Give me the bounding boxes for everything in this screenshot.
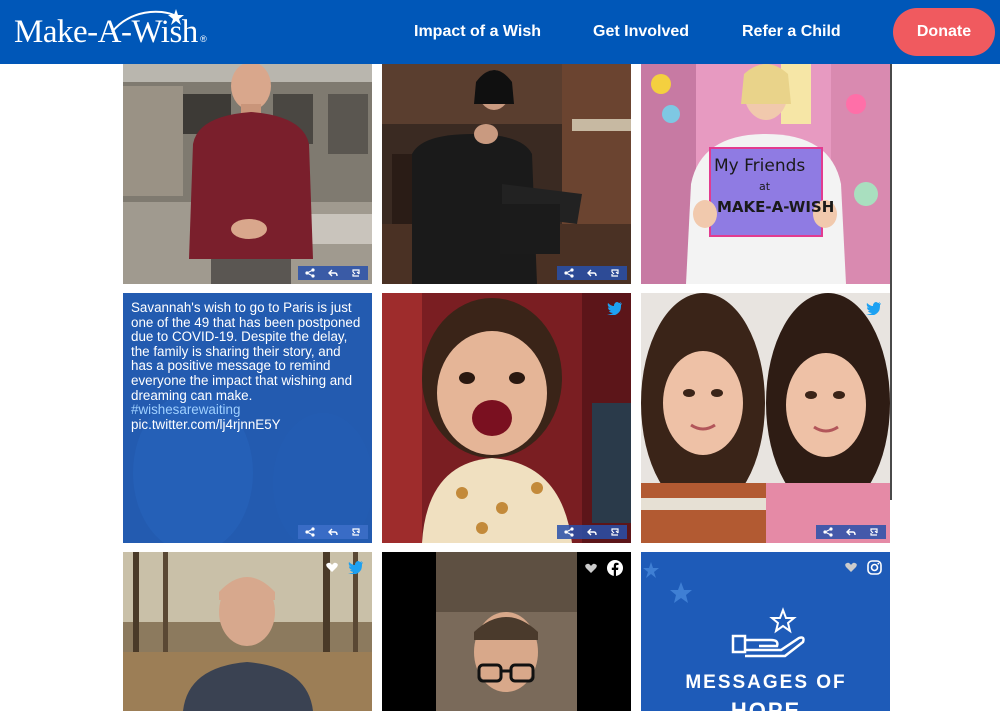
- feed-tile-sign-video[interactable]: My Friends at MAKE-A-WISH: [641, 64, 890, 284]
- feed-tile-twins-video[interactable]: [641, 293, 890, 543]
- sign-line-2: at: [759, 180, 771, 193]
- tweet-body: Savannah's wish to go to Paris is just o…: [131, 300, 364, 432]
- share-icon[interactable]: [305, 527, 315, 537]
- retweet-icon[interactable]: [351, 527, 361, 537]
- tile-source-icons: [326, 560, 364, 574]
- reply-icon[interactable]: [586, 527, 597, 537]
- twitter-icon[interactable]: [348, 560, 364, 574]
- site-header: Make-A-Wish ® Impact of a Wish Get Invol…: [0, 0, 1000, 64]
- tile-source-icons: [585, 560, 623, 576]
- share-icon[interactable]: [564, 268, 574, 278]
- tile-source-icons: [866, 301, 882, 315]
- heart-icon[interactable]: [585, 563, 597, 574]
- feed-tile-chef-video[interactable]: [123, 64, 372, 284]
- facebook-icon[interactable]: [607, 560, 623, 576]
- tile-actions: [298, 266, 368, 280]
- tile-actions: [557, 266, 627, 280]
- logo-star-swoosh-icon: [111, 9, 184, 33]
- reply-icon[interactable]: [327, 527, 338, 537]
- retweet-icon[interactable]: [610, 527, 620, 537]
- tweet-text: Savannah's wish to go to Paris is just o…: [131, 300, 361, 403]
- share-icon[interactable]: [305, 268, 315, 278]
- musician-photo: [382, 64, 631, 284]
- heart-icon[interactable]: [845, 562, 857, 573]
- share-icon[interactable]: [823, 527, 833, 537]
- feed-tile-messages-of-hope[interactable]: MESSAGES OF HOPE: [641, 552, 890, 711]
- donate-button[interactable]: Donate: [893, 8, 995, 56]
- feed-tile-child-video[interactable]: [382, 293, 631, 543]
- tile-source-icons: [845, 560, 882, 575]
- tile-actions: [557, 525, 627, 539]
- share-icon[interactable]: [564, 527, 574, 537]
- twitter-icon[interactable]: [866, 301, 882, 315]
- retweet-icon[interactable]: [869, 527, 879, 537]
- tile-source-icons: [607, 301, 623, 315]
- feed-tile-musician-video[interactable]: [382, 64, 631, 284]
- nav-refer-a-child[interactable]: Refer a Child: [742, 0, 841, 64]
- sign-line-1: My Friends: [714, 156, 806, 176]
- tile-actions: [298, 525, 368, 539]
- retweet-icon[interactable]: [351, 268, 361, 278]
- tweet-hashtag[interactable]: #wishesarewaiting: [131, 402, 240, 417]
- child-photo: [382, 293, 631, 543]
- retweet-icon[interactable]: [610, 268, 620, 278]
- make-a-wish-logo[interactable]: Make-A-Wish ®: [14, 8, 207, 56]
- feed-tile-glasses-video[interactable]: [382, 552, 631, 711]
- twitter-icon[interactable]: [607, 301, 623, 315]
- forest-photo: [123, 552, 372, 711]
- feed-tile-forest-video[interactable]: [123, 552, 372, 711]
- reply-icon[interactable]: [845, 527, 856, 537]
- reply-icon[interactable]: [327, 268, 338, 278]
- tile-actions: [816, 525, 886, 539]
- messages-of-hope-title-cut: HOPE: [730, 698, 802, 711]
- tweet-link[interactable]: pic.twitter.com/lj4rjnnE5Y: [131, 417, 281, 432]
- twins-photo: [641, 293, 890, 543]
- heart-icon[interactable]: [326, 562, 338, 573]
- chef-photo: [123, 64, 372, 284]
- reply-icon[interactable]: [586, 268, 597, 278]
- nav-get-involved[interactable]: Get Involved: [593, 0, 689, 64]
- feed-tile-tweet[interactable]: Savannah's wish to go to Paris is just o…: [123, 293, 372, 543]
- feed-scrollbar[interactable]: [890, 64, 892, 500]
- sign-line-3: MAKE-A-WISH: [717, 198, 835, 216]
- messages-of-hope-title: MESSAGES OF: [685, 672, 847, 693]
- instagram-icon[interactable]: [867, 560, 882, 575]
- registered-mark: ®: [200, 34, 207, 44]
- nav-impact-of-a-wish[interactable]: Impact of a Wish: [414, 0, 541, 64]
